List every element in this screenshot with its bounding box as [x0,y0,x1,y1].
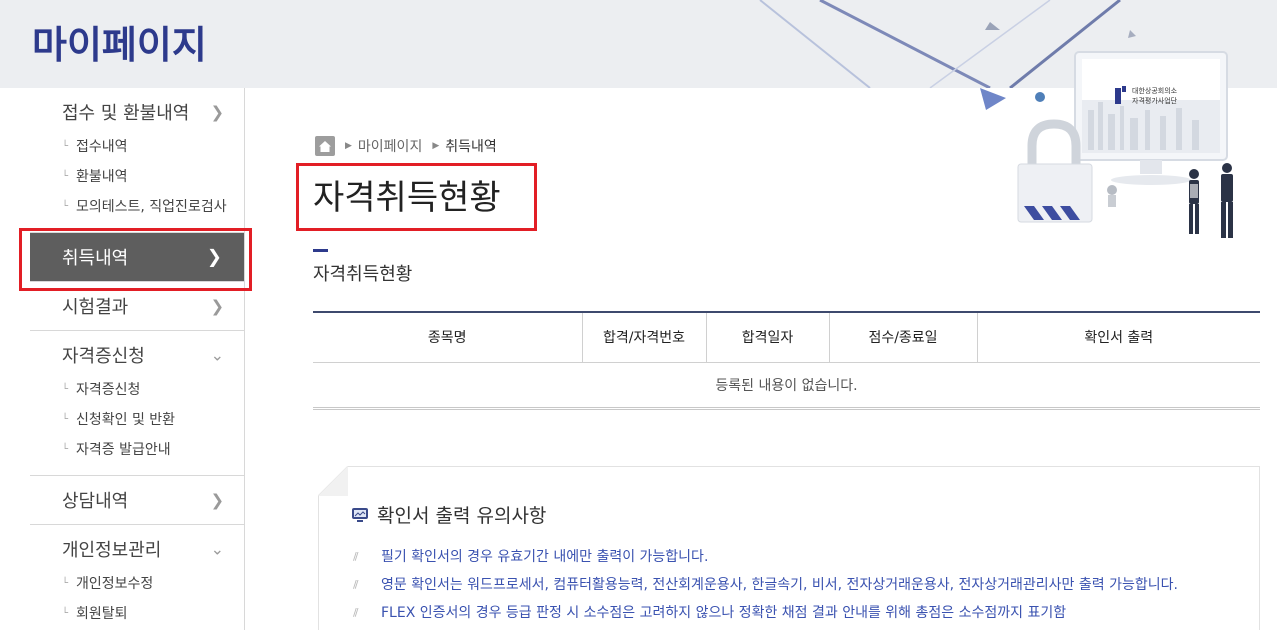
sidebar-item-label: 자격증신청 [62,346,145,367]
sidebar-item-label: 시험결과 [62,297,129,318]
sidebar-subitem-mock-test[interactable]: └ 모의테스트, 직업진로검사 [30,192,244,222]
sidebar-subitem-apply-check[interactable]: └ 신청확인 및 반환 [30,405,244,435]
sidebar-item-label: 취득내역 [62,248,129,269]
breadcrumb-separator-icon: ▶ [345,141,352,151]
sidebar-subitem-label: 자격증신청 [76,382,141,398]
sidebar-group-acquisition: 취득내역 ❯ [30,233,244,282]
sidebar-item-acquisition[interactable]: 취득내역 ❯ [30,233,244,281]
sidebar-subitem-label: 신청확인 및 반환 [76,412,176,428]
list-item: // FLEX 인증서의 경우 등급 판정 시 소수점은 고려하지 않으나 정확한… [353,599,1178,627]
notice-item-text: FLEX 인증서의 경우 등급 판정 시 소수점은 고려하지 않으나 정확한 채… [381,605,1067,621]
sidebar-subitem-label: 자격증 발급안내 [76,442,171,458]
sidebar-subitem-label: 개인정보수정 [76,576,154,592]
notice-item-text: 영문 확인서는 워드프로세서, 컴퓨터활용능력, 전산회계운용사, 한글속기, … [381,577,1178,593]
notice-header: 확인서 출력 유의사항 [351,501,546,528]
sidebar-subitem-label: 접수내역 [76,139,128,155]
notice-list: // 필기 확인서의 경우 유효기간 내에만 출력이 가능합니다. // 영문 확인… [353,543,1178,627]
chevron-right-icon: ❯ [210,296,224,316]
svg-text:자격평가사업단: 자격평가사업단 [1132,96,1178,105]
sidebar-group-results: 시험결과 ❯ [30,282,244,331]
svg-text:대한상공회의소: 대한상공회의소 [1132,86,1178,95]
chevron-right-icon: ❯ [210,102,224,122]
column-header-print: 확인서 출력 [976,312,1260,363]
sidebar-item-certificate-apply[interactable]: 자격증신청 ⌄ [30,331,244,379]
slash-bullet-icon: // [353,550,358,563]
sub-bullet-icon: └ [62,414,69,425]
column-header-name: 종목명 [313,312,582,363]
column-header-date: 합격일자 [705,312,829,363]
sidebar-group-certificate: 자격증신청 ⌄ └ 자격증신청 └ 신청확인 및 반환 └ 자격증 발급안내 [30,331,244,476]
sidebar-item-privacy[interactable]: 개인정보관리 ⌄ [30,525,244,573]
sidebar-submenu: └ 개인정보수정 └ 회원탈퇴 [30,569,244,630]
empty-message: 등록된 내용이 없습니다. [313,362,1260,410]
sidebar-subitem-withdraw[interactable]: └ 회원탈퇴 [30,599,244,629]
page-title: 자격취득현황 [313,178,501,218]
home-icon[interactable] [315,136,335,156]
sidebar: 접수 및 환불내역 ❯ └ 접수내역 └ 환불내역 └ 모의테스트, 직업진로검사 취… [30,88,245,630]
sub-bullet-icon: └ [62,608,69,619]
sidebar-item-label: 접수 및 환불내역 [62,103,190,124]
table-header-row: 종목명 합격/자격번호 합격일자 점수/종료일 확인서 출력 [313,312,1260,363]
sidebar-group-consult: 상담내역 ❯ [30,476,244,525]
chevron-down-icon: ⌄ [210,345,224,365]
sidebar-subitem-reception-history[interactable]: └ 접수내역 [30,132,244,162]
page-heading: 마이페이지 [32,23,207,67]
sidebar-submenu: └ 접수내역 └ 환불내역 └ 모의테스트, 직업진로검사 [30,132,244,232]
sub-bullet-icon: └ [62,171,69,182]
notice-corner-decoration [318,466,348,496]
sub-bullet-icon: └ [62,384,69,395]
notice-title: 확인서 출력 유의사항 [377,505,547,527]
notice-box: 확인서 출력 유의사항 // 필기 확인서의 경우 유효기간 내에만 출력이 가능… [318,466,1260,630]
sidebar-item-label: 상담내역 [62,491,129,512]
breadcrumb-separator-icon: ▶ [432,141,440,151]
breadcrumb: ▶ 마이페이지 ▶ 취득내역 [315,135,507,157]
monitor-icon [352,507,368,522]
sidebar-item-consult-history[interactable]: 상담내역 ❯ [30,476,244,524]
sub-bullet-icon: └ [62,201,69,212]
table-row: 등록된 내용이 없습니다. [313,362,1260,410]
chevron-down-icon: ⌄ [210,539,224,559]
sidebar-subitem-certificate-apply[interactable]: └ 자격증신청 [30,375,244,405]
breadcrumb-current: 취득내역 [445,139,497,155]
chevron-right-icon: ❯ [210,490,224,510]
sidebar-subitem-issue-guide[interactable]: └ 자격증 발급안내 [30,435,244,465]
breadcrumb-mypage[interactable]: 마이페이지 [358,136,422,156]
security-illustration: 대한상공회의소 자격평가사업단 [980,51,1233,238]
slash-bullet-icon: // [353,606,358,619]
list-item: // 영문 확인서는 워드프로세서, 컴퓨터활용능력, 전산회계운용사, 한글속기… [353,571,1178,599]
sidebar-item-label: 개인정보관리 [62,540,162,561]
sidebar-item-reception-refund[interactable]: 접수 및 환불내역 ❯ [30,88,244,136]
slash-bullet-icon: // [353,578,358,591]
column-header-score: 점수/종료일 [828,312,977,363]
sidebar-group-privacy: 개인정보관리 ⌄ └ 개인정보수정 └ 회원탈퇴 [30,525,244,630]
sub-bullet-icon: └ [62,578,69,589]
sub-bullet-icon: └ [62,444,69,455]
sidebar-subitem-label: 회원탈퇴 [76,606,128,622]
section-title: 자격취득현황 [313,264,413,285]
sidebar-subitem-label: 환불내역 [76,169,128,185]
sidebar-group-reception: 접수 및 환불내역 ❯ └ 접수내역 └ 환불내역 └ 모의테스트, 직업진로검사 [30,88,244,233]
sidebar-subitem-label: 모의테스트, 직업진로검사 [76,199,227,215]
sidebar-submenu: └ 자격증신청 └ 신청확인 및 반환 └ 자격증 발급안내 [30,375,244,475]
sidebar-subitem-refund-history[interactable]: └ 환불내역 [30,162,244,192]
column-header-number: 합격/자격번호 [581,312,706,363]
section-title-accent [313,249,328,252]
chevron-right-icon: ❯ [206,246,222,268]
list-item: // 필기 확인서의 경우 유효기간 내에만 출력이 가능합니다. [353,543,1178,571]
sub-bullet-icon: └ [62,141,69,152]
acquisition-table: 종목명 합격/자격번호 합격일자 점수/종료일 확인서 출력 등록된 내용이 없… [313,311,1260,410]
sidebar-subitem-edit-profile[interactable]: └ 개인정보수정 [30,569,244,599]
notice-item-text: 필기 확인서의 경우 유효기간 내에만 출력이 가능합니다. [381,549,709,565]
sidebar-item-exam-results[interactable]: 시험결과 ❯ [30,282,244,330]
